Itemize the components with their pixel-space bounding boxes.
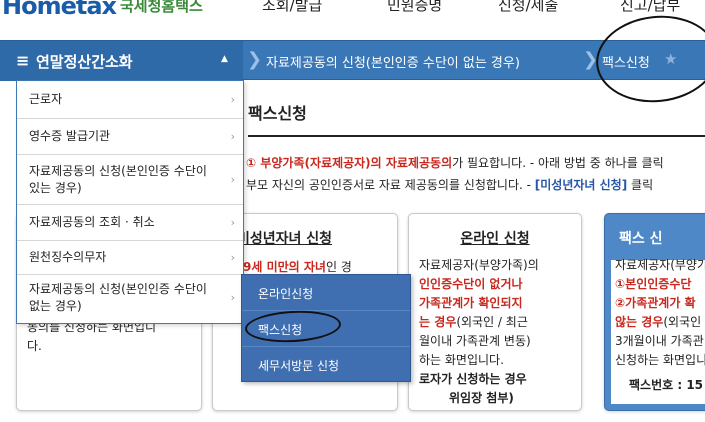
menu-item-label: 자료제공동의 신청(본인인증 수단이 있는 경우) (29, 164, 207, 195)
menu-item-label: 자료제공동의 조회 · 취소 (29, 215, 155, 229)
menu-item-consent-inquiry[interactable]: 자료제공동의 조회 · 취소 › (17, 205, 243, 241)
page: Hometax 국세청홈택스 조회/발급 민원증명 신청/제출 신고/납부 ≡ … (0, 0, 705, 422)
menu-item-label: 원천징수의무자 (29, 250, 107, 264)
nav-apply-submit[interactable]: 신청/제출 (498, 0, 558, 15)
chevron-right-icon: ❯ (247, 49, 263, 70)
year-end-dropdown-menu: 근로자 › 영수증 발급기관 › 자료제공동의 신청(본인인증 수단이 있는 경… (16, 80, 244, 324)
page-title: 팩스신청 (248, 104, 307, 123)
card-title: 미성년자녀 신청 (237, 231, 333, 247)
description-line-1: ① 부양가족(자료제공자)의 자료제공동의가 필요합니다. - 아래 방법 중 … (246, 154, 664, 171)
card-text: 하는 화면입니다. (419, 353, 504, 367)
card-body: 자료제공자(부양가족)의 인인증수단이 없거나 가족관계가 확인되지 는 경우(… (419, 256, 539, 408)
menu-item-label: 자료제공동의 신청(본인인증 수단이 없는 경우) (29, 282, 207, 313)
hamburger-icon: ≡ (16, 51, 30, 70)
menu-item-withholding-agent[interactable]: 원천징수의무자 › (17, 241, 243, 275)
chevron-right-icon: › (230, 130, 235, 143)
card-text: 자료제공자(부양가 (615, 258, 705, 272)
submenu-item-label: 세무서방문 신청 (258, 359, 340, 373)
year-end-menu-button[interactable]: ≡ 연말정산간소화 ▲ (0, 41, 243, 81)
hometax-logo[interactable]: Hometax (2, 0, 117, 20)
card-text: (외국인 / 최근 (456, 315, 528, 329)
card-text: 신청하는 화면입니 (615, 353, 705, 367)
card-text: 월이내 가족관계 변동) (419, 334, 531, 348)
description-text: 부모 자신의 공인인증서로 자료 제공동의를 신청합니다. - (246, 178, 535, 192)
description-line-2: 부모 자신의 공인인증서로 자료 제공동의를 신청합니다. - [미성년자녀 신… (246, 176, 653, 193)
card-highlight: 는 경우 (419, 315, 457, 329)
card-title: 온라인 신청 (460, 231, 530, 247)
chevron-right-icon: › (230, 173, 235, 186)
chevron-right-icon: › (230, 216, 235, 229)
hometax-logo-subtitle: 국세청홈택스 (120, 0, 203, 15)
menu-item-consent-with-auth[interactable]: 자료제공동의 신청(본인인증 수단이 있는 경우) › (17, 155, 243, 205)
menu-item-worker[interactable]: 근로자 › (17, 81, 243, 119)
description-highlight: ① 부양가족(자료제공자)의 자료제공동의 (246, 156, 453, 170)
menu-item-receipt-issuer[interactable]: 영수증 발급기관 › (17, 119, 243, 155)
card-highlight: ①본인인증수단 (615, 277, 692, 291)
nav-civil-certificate[interactable]: 민원증명 (387, 0, 442, 15)
description-text: 클릭 (627, 178, 654, 192)
menu-item-label: 영수증 발급기관 (29, 129, 111, 143)
caret-up-icon: ▲ (221, 54, 228, 64)
nav-inquiry-issue[interactable]: 조회/발급 (262, 0, 322, 15)
card-title: 팩스 신 (619, 231, 663, 247)
card-text: 3개월이내 가족관 (615, 334, 704, 348)
top-header: Hometax 국세청홈택스 조회/발급 민원증명 신청/제출 신고/납부 (0, 0, 705, 40)
card-text: 위임장 첨부) (449, 391, 514, 405)
chevron-right-icon: › (230, 93, 235, 106)
card-highlight: ②가족관계가 확 (615, 296, 696, 310)
card-text: 인 경 (325, 260, 352, 274)
breadcrumb-menu-title: 연말정산간소화 (36, 53, 133, 71)
card-highlight: 9세 미만의 자녀 (243, 260, 326, 274)
description-text: 가 필요합니다. - 아래 방법 중 하나를 클릭 (452, 156, 664, 170)
card-text: 자료제공자(부양가족)의 (419, 258, 539, 272)
fax-number: 팩스번호 : 15 (629, 378, 704, 392)
card-highlight: 않는 경우 (615, 315, 664, 329)
chevron-right-icon: › (230, 291, 235, 304)
breadcrumb-consent-no-auth[interactable]: 자료제공동의 신청(본인인증 수단이 없는 경우) (266, 52, 520, 71)
submenu-online-apply[interactable]: 온라인신청 (242, 275, 410, 311)
submenu-item-label: 온라인신청 (258, 287, 314, 301)
title-divider (248, 135, 705, 137)
card-highlight: 가족관계가 확인되지 (419, 296, 523, 310)
nav-report-pay[interactable]: 신고/납부 (620, 0, 680, 15)
card-online-apply[interactable]: 온라인 신청 자료제공자(부양가족)의 인인증수단이 없거나 가족관계가 확인되… (408, 213, 582, 411)
chevron-right-icon: › (230, 251, 235, 264)
submenu-tax-office-visit[interactable]: 세무서방문 신청 (242, 347, 410, 383)
card-body: 자료제공자(부양가 ①본인인증수단 ②가족관계가 확 않는 경우(외국인 3개월… (615, 256, 705, 395)
card-text: (외국인 (663, 315, 702, 329)
menu-item-label: 근로자 (29, 92, 63, 106)
card-text: 로자가 신청하는 경우 (419, 372, 527, 386)
card-inner: 자료제공자(부양가 ①본인인증수단 ②가족관계가 확 않는 경우(외국인 3개월… (611, 258, 705, 404)
card-fax-apply[interactable]: 팩스 신 자료제공자(부양가 ①본인인증수단 ②가족관계가 확 않는 경우(외국… (604, 213, 705, 411)
card-highlight: 인인증수단이 없거나 (419, 277, 523, 291)
menu-item-consent-no-auth[interactable]: 자료제공동의 신청(본인인증 수단이 없는 경우) › (17, 275, 243, 323)
minor-apply-link[interactable]: [미성년자녀 신청] (535, 178, 627, 192)
